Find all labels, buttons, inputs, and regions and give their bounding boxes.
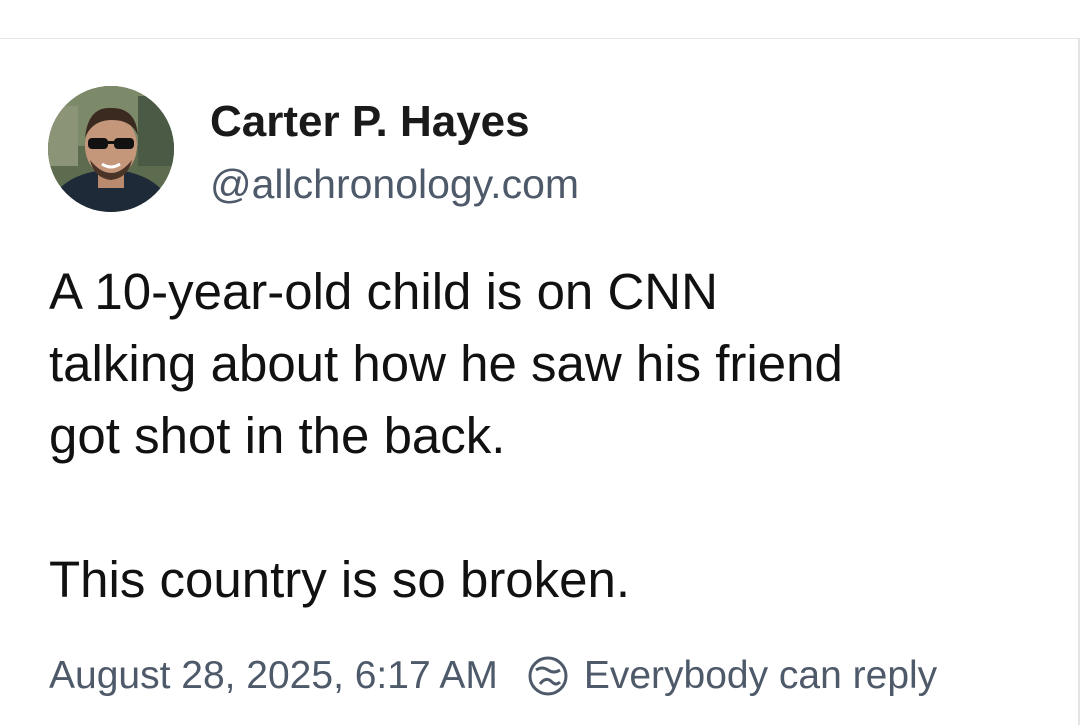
post-body: A 10-year-old child is on CNN talking ab…: [49, 256, 1049, 616]
top-band: [0, 0, 1080, 38]
post-footer: August 28, 2025, 6:17 AM Everybody can r…: [49, 650, 937, 702]
reply-settings-icon: [526, 654, 570, 698]
reply-setting-label[interactable]: Everybody can reply: [584, 654, 937, 698]
post-timestamp[interactable]: August 28, 2025, 6:17 AM: [49, 654, 498, 698]
author-handle[interactable]: @allchronology.com: [210, 159, 579, 209]
post-paragraph-1: A 10-year-old child is on CNN talking ab…: [49, 263, 843, 464]
avatar[interactable]: [48, 86, 174, 212]
post-paragraph-2: This country is so broken.: [49, 551, 631, 608]
page: Carter P. Hayes @allchronology.com A 10-…: [0, 0, 1080, 725]
avatar-photo-icon: [48, 86, 174, 212]
author-name[interactable]: Carter P. Hayes: [210, 96, 530, 148]
